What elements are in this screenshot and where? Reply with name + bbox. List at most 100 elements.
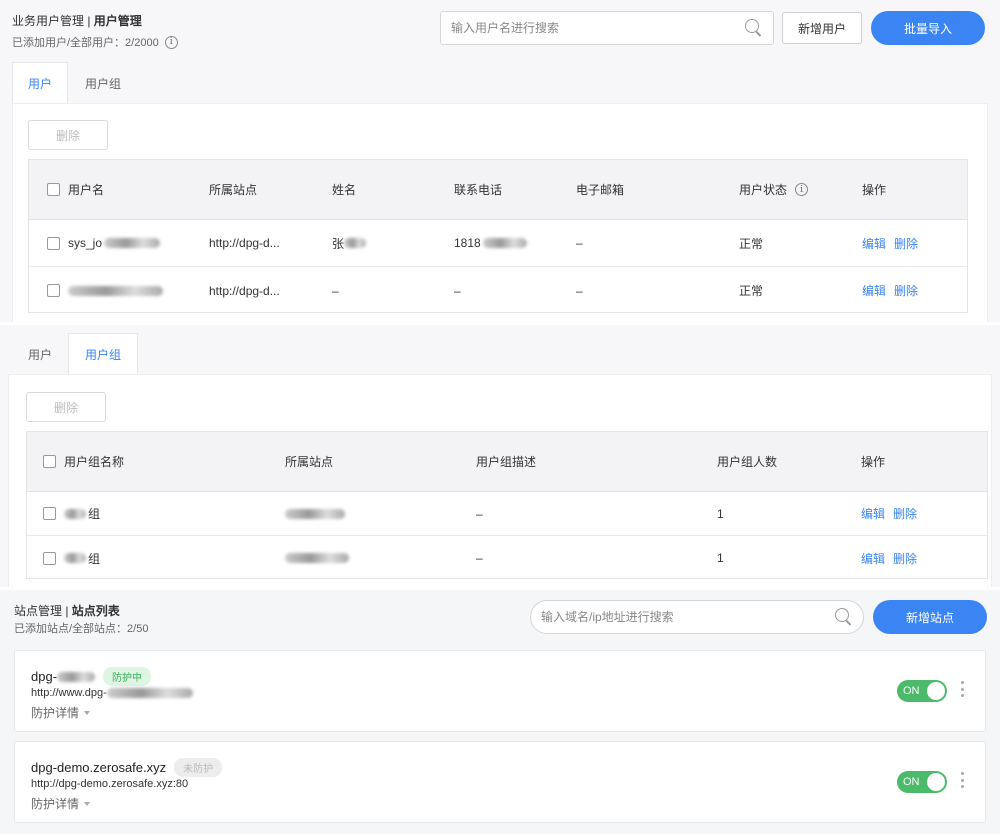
cell-username: sys_jo [68,236,103,250]
table-row: 组 – 1 编辑 删除 [27,492,987,536]
protection-details-label: 防护详情 [31,706,80,720]
cell-site: http://dpg-d... [209,236,280,250]
cell-phone: 1818 [454,236,481,250]
new-site-button[interactable]: 新增站点 [873,600,987,634]
col-site: 所属站点 [209,183,258,197]
protection-details-toggle[interactable]: 防护详情 [31,704,91,721]
user-tabs: 用户 用户组 [12,62,138,104]
delete-link[interactable]: 删除 [894,282,918,299]
protection-switch[interactable]: ON [897,680,947,702]
redacted-text [64,553,86,563]
site-url-text: http://dpg-demo.zerosafe.xyz:80 [31,778,189,790]
edit-link[interactable]: 编辑 [861,550,885,567]
site-search-box[interactable] [530,600,864,634]
protection-details-toggle[interactable]: 防护详情 [31,795,91,812]
delete-link[interactable]: 删除 [893,505,917,522]
tab-user-groups[interactable]: 用户组 [68,62,138,104]
delete-selected-button[interactable]: 删除 [28,120,108,150]
table-header: 用户组名称 所属站点 用户组描述 用户组人数 操作 [27,432,987,492]
user-count-summary: 已添加用户/全部用户：2/2000 i [12,34,178,50]
breadcrumb-parent: 业务用户管理 | [12,14,94,28]
user-search-input[interactable] [451,21,745,35]
redacted-text [64,508,86,519]
row-checkbox[interactable] [43,507,56,520]
table-header: 用户名 所属站点 姓名 联系电话 电子邮箱 用户状态 i 操作 [29,160,967,220]
batch-import-button[interactable]: 批量导入 [871,11,985,45]
group-tabs: 用户 用户组 [12,333,138,375]
user-search-box[interactable] [440,11,774,45]
site-name-text: dpg-demo.zerosafe.xyz [31,760,167,775]
tab-users[interactable]: 用户 [12,62,68,104]
tab-users[interactable]: 用户 [12,333,68,375]
row-checkbox[interactable] [43,551,56,565]
site-url: http://dpg-demo.zerosafe.xyz:80 [31,778,188,790]
user-management-panel: 业务用户管理 | 用户管理 已添加用户/全部用户：2/2000 i 新增用户 批… [0,0,1000,322]
delete-link[interactable]: 删除 [893,550,917,567]
site-name: dpg-demo.zerosafe.xyz 未防护 [31,758,223,777]
cell-group-name: 组 [88,507,101,521]
cell-status: 正常 [739,284,764,298]
site-search-input[interactable] [541,610,835,624]
cell-name: – [332,283,339,298]
cell-group-count: 1 [717,551,724,565]
info-icon[interactable]: i [164,35,178,49]
status-info-icon[interactable]: i [795,183,809,196]
redacted-text [106,688,193,698]
more-options-icon[interactable] [961,772,965,788]
cell-group-desc: – [476,506,483,521]
redacted-text [285,508,345,519]
row-checkbox[interactable] [47,284,60,297]
cell-email: – [576,236,583,250]
groups-table: 用户组名称 所属站点 用户组描述 用户组人数 操作 组 – 1 编辑 删除 组 –… [26,431,988,579]
redacted-text [68,285,163,296]
cell-status: 正常 [739,236,764,251]
table-row: 组 – 1 编辑 删除 [27,536,987,580]
breadcrumb-current: 站点列表 [71,604,120,618]
cell-group-count: 1 [717,506,724,521]
protection-switch[interactable]: ON [897,771,947,793]
cell-name: 张 [332,236,345,251]
chevron-down-icon [84,710,91,715]
site-card[interactable]: dpg- 防护中 http://www.dpg- 防护详情 ON [14,650,986,732]
site-name-text: dpg- [31,669,58,684]
site-count-summary: 已添加站点/全部站点：2/50 [14,620,148,636]
new-user-button[interactable]: 新增用户 [782,12,862,44]
delete-selected-button[interactable]: 删除 [26,392,106,422]
redacted-text [57,671,96,682]
search-icon[interactable] [745,19,763,37]
redacted-text [344,238,367,248]
edit-link[interactable]: 编辑 [861,505,885,522]
search-icon[interactable] [835,608,853,626]
site-url: http://www.dpg- [31,687,193,699]
site-count-text: 已添加站点/全部站点：2/50 [14,623,149,635]
site-card[interactable]: dpg-demo.zerosafe.xyz 未防护 http://dpg-dem… [14,741,986,823]
chevron-down-icon [84,801,91,806]
status-badge: 防护中 [103,667,152,686]
edit-link[interactable]: 编辑 [862,282,886,299]
col-email: 电子邮箱 [576,183,625,197]
delete-link[interactable]: 删除 [894,235,918,252]
select-all-checkbox[interactable] [47,183,60,196]
page-title: 站点管理 | 站点列表 [14,602,120,619]
row-checkbox[interactable] [47,236,60,250]
user-count-text: 已添加用户/全部用户：2/2000 [12,37,159,49]
table-row: sys_jo http://dpg-d... 张 1818 – 正常 编辑 删除 [29,220,967,267]
tab-user-groups[interactable]: 用户组 [68,333,138,375]
select-all-checkbox[interactable] [43,455,56,468]
cell-site: http://dpg-d... [209,283,280,298]
cell-phone: – [454,283,461,298]
cell-group-desc: – [476,551,483,565]
col-username: 用户名 [68,183,105,197]
col-site: 所属站点 [285,455,334,469]
breadcrumb-current: 用户管理 [93,14,142,28]
redacted-text [285,553,349,563]
col-group-desc: 用户组描述 [476,455,537,469]
table-row: http://dpg-d... – – – 正常 编辑 删除 [29,267,967,314]
col-status: 用户状态 [739,183,788,197]
redacted-text [104,238,161,248]
col-group-count: 用户组人数 [717,455,778,469]
col-actions: 操作 [861,455,886,469]
more-options-icon[interactable] [961,681,965,697]
edit-link[interactable]: 编辑 [862,235,886,252]
col-phone: 联系电话 [454,183,503,197]
